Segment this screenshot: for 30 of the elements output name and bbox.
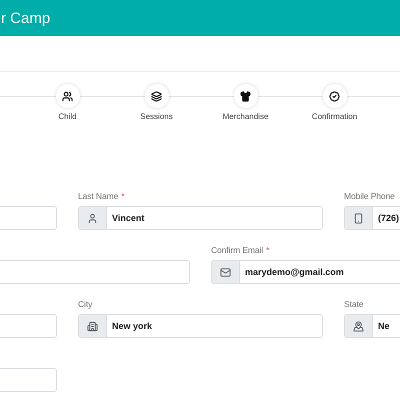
required-mark: *: [121, 191, 124, 201]
person-icon: [87, 212, 98, 224]
step-label: Sessions: [140, 112, 173, 121]
input-field[interactable]: New york: [78, 314, 323, 338]
phone-icon: [353, 212, 364, 224]
step-circle[interactable]: [322, 84, 346, 108]
input-field[interactable]: marydemo@gmail.com: [211, 260, 400, 284]
required-mark: *: [266, 245, 270, 255]
step-label: Confirmation: [312, 112, 358, 121]
step-label: Child: [58, 112, 77, 121]
field-label: Last Name *: [78, 191, 126, 201]
step-circle[interactable]: [56, 84, 80, 108]
step-label: Merchandise: [222, 112, 268, 121]
building-icon: [87, 320, 98, 332]
step-circle[interactable]: [234, 84, 258, 108]
check-badge-icon: [329, 90, 340, 102]
page-title: r Camp: [1, 10, 50, 26]
input-field[interactable]: Ne: [344, 314, 400, 338]
envelope-icon: [220, 266, 231, 278]
map-pin-icon: [353, 320, 364, 332]
layers-icon: [151, 90, 162, 102]
field-label: Mobile Phone: [344, 191, 396, 201]
input-field[interactable]: (726): [344, 206, 400, 230]
people-icon: [62, 90, 73, 102]
field-label: City: [78, 299, 94, 309]
shirt-icon: [240, 90, 251, 102]
field-label: State: [344, 299, 364, 309]
step-circle[interactable]: [144, 84, 168, 108]
input-field[interactable]: Vincent: [78, 206, 323, 230]
field-label: Confirm Email *: [211, 245, 270, 255]
